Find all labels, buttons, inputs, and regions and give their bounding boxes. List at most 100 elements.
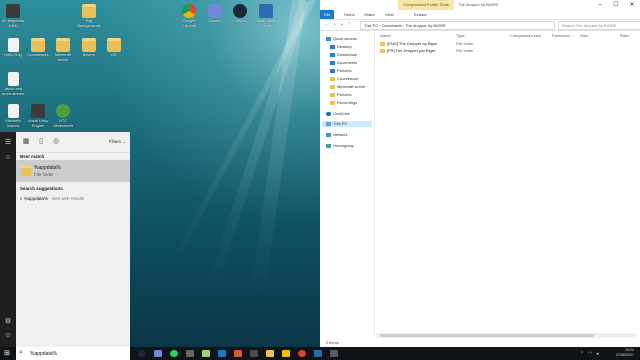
desktop-icon[interactable]: Big Backgrounds [76,4,102,28]
nav-item-minecraft-server[interactable]: Minecraft server [330,84,366,90]
nav-item-onedrive[interactable]: OneDrive [326,111,350,117]
nav-item-homegroup[interactable]: Homegroup [326,143,354,149]
desktop-icon[interactable]: BG [101,38,127,58]
app-taskbar-icon[interactable] [330,350,338,357]
column-header-name[interactable]: Name [380,33,391,38]
system-clock[interactable]: 15:24 27/06/2017 [616,348,634,358]
desktop-icon[interactable]: Minecraft server [50,38,76,62]
table-row[interactable]: [FR] The Dropper par Bigre File folder [380,48,630,54]
nav-item-pictures[interactable]: Pictures [330,68,351,74]
search-scope-tabs: ▦ ▯ ◎ Filters ⌄ [16,132,130,153]
search-input[interactable]: %appdata% [30,351,57,357]
app-taskbar-icon[interactable] [202,350,210,357]
desktop-icon[interactable]: NTC Ultrasearch [50,104,76,128]
document-icon [7,104,19,118]
nav-item-downloads[interactable]: Downloads [330,52,357,58]
tab-share[interactable]: Share [360,10,379,19]
user-feedback-icon[interactable]: ☺ [4,332,12,340]
app-taskbar-icon[interactable] [218,350,226,357]
search-field[interactable]: Search The dropper by BIGRE [558,21,640,30]
forward-arrow-icon[interactable]: → [332,21,337,27]
filters-dropdown[interactable]: Filters ⌄ [109,139,126,145]
scrollbar-thumb[interactable] [380,334,594,337]
tab-view[interactable]: View [381,10,398,19]
search-results-panel: ▦ ▯ ◎ Filters ⌄ Best match %appdata% Fil… [16,132,130,347]
desktop-icon[interactable]: Coursework [25,38,51,58]
column-header-type[interactable]: Type [456,33,465,38]
discord-taskbar-icon[interactable] [154,350,162,357]
desktop-icon[interactable]: Discord [202,4,228,24]
up-arrow-icon[interactable]: ↑ [348,21,351,27]
steam-taskbar-icon[interactable] [138,350,146,357]
column-header-ratio[interactable]: Ratio [620,33,629,38]
search-suggestions-heading: Search suggestions [20,186,63,191]
tab-file[interactable]: File [320,10,335,19]
web-suggestion[interactable]: ⌕ %appdata% - See web results [20,196,84,201]
recent-chevron-icon[interactable]: ⌄ [340,21,344,27]
breadcrumb-item[interactable]: Downloads [382,23,402,28]
close-icon[interactable]: ✕ [624,0,640,10]
desktop-icon[interactable]: Steam [227,4,253,24]
app-taskbar-icon[interactable] [250,350,258,357]
nav-item-documents[interactable]: Documents [330,60,357,66]
contextual-tab[interactable]: Compressed Folder Tools [398,0,454,10]
desktop-icon[interactable]: Uncle Unity Engine [25,104,51,128]
settings-gear-icon[interactable]: ⚙ [4,318,12,326]
nav-item-desktop[interactable]: Desktop [330,44,352,50]
back-arrow-icon[interactable]: ← [324,21,329,27]
folder-icon [82,38,96,52]
breadcrumb-item[interactable]: The dropper by BIGRE [405,23,446,28]
column-header-size[interactable]: Size [580,33,588,38]
apps-grid-icon[interactable]: ▦ [22,138,30,146]
windows-start-icon[interactable]: ⊞ [4,349,12,357]
nav-label: Network [333,132,348,137]
chevron-up-icon[interactable]: ⌃ [580,351,584,357]
horizontal-scrollbar[interactable] [376,333,636,338]
desktop-icon[interactable]: Google Chrome [176,4,202,28]
unity-icon [31,104,45,118]
column-header-compressed-size[interactable]: Compressed size [510,33,541,38]
nav-item-coursework[interactable]: Coursework [330,76,358,82]
app-taskbar-icon[interactable] [186,350,194,357]
nav-item-recordings[interactable]: Recordings [330,100,357,106]
app-taskbar-icon[interactable] [234,350,242,357]
breadcrumb[interactable]: This PC › Downloads › The dropper by BIG… [360,21,555,30]
file-explorer-window: Compressed Folder Tools The dropper by B… [320,0,640,347]
wifi-icon[interactable]: ◠ [588,351,592,357]
desktop-icon[interactable]: AV Inspector (x64) [0,4,26,28]
maximize-icon[interactable]: ☐ [608,0,624,10]
nav-label: Homegroup [333,143,354,148]
nav-item-this-pc[interactable]: This PC [322,121,372,127]
documents-icon[interactable]: ▯ [37,138,45,146]
app-taskbar-icon[interactable] [282,350,290,357]
chrome-taskbar-icon[interactable] [298,350,306,357]
taskbar-search-box[interactable]: ⌕ %appdata% [16,347,130,360]
tab-home[interactable]: Home [340,10,359,19]
hamburger-menu-icon[interactable]: ☰ [4,139,12,147]
minimize-icon[interactable]: – [592,0,608,10]
table-row[interactable]: [ENG] The Dropper by Bigre File folder [380,41,630,47]
home-icon[interactable]: ⌂ [4,154,12,162]
desktop-icon[interactable]: Visual Studio Code [253,4,279,28]
desktop-icon[interactable]: Jacob and more stories [0,72,26,96]
web-globe-icon[interactable]: ◎ [52,138,60,146]
column-header-password[interactable]: Password ... [552,33,574,38]
file-type: File folder [456,41,474,46]
file-explorer-taskbar-icon[interactable] [266,350,274,357]
title-bar[interactable]: Compressed Folder Tools The dropper by B… [320,0,640,10]
whatsapp-taskbar-icon[interactable] [170,350,178,357]
document-icon [7,72,19,86]
desktop-icon-label: drivers [82,52,95,57]
desktop-icon[interactable]: drivers [76,38,102,58]
nav-item-network[interactable]: Network [326,132,348,138]
volume-icon[interactable]: ◂ [596,351,599,357]
nav-item-pictures-folder[interactable]: Pictures [330,92,351,98]
tab-extract[interactable]: Extract [410,10,430,19]
nav-item-quick-access[interactable]: Quick access [326,36,357,42]
desktop-icon[interactable]: Macbeth Scenes [0,104,26,128]
best-match-heading: Best match [20,154,45,159]
best-match-result[interactable]: %appdata% File folder [16,160,130,182]
breadcrumb-item[interactable]: This PC [364,23,378,28]
desktop-icon[interactable]: Hello Dog [0,38,26,58]
app-taskbar-icon[interactable] [314,350,322,357]
